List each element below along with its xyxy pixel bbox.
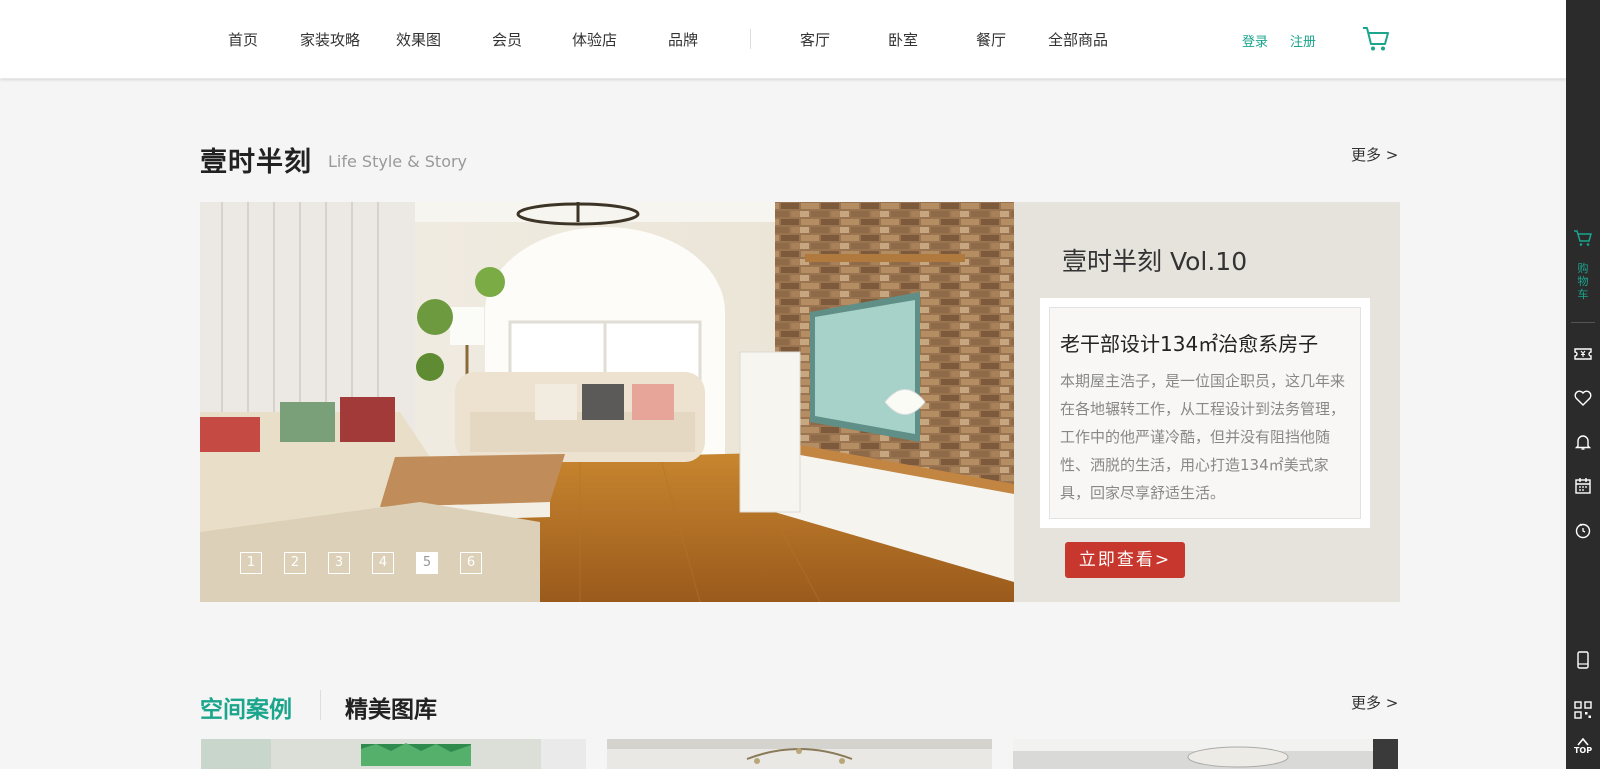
case-thumbnail-2-image	[607, 739, 992, 769]
sidebar-cart-label[interactable]: 购物车	[1576, 262, 1590, 301]
nav-all-products[interactable]: 全部商品	[1048, 29, 1108, 50]
more-link-2[interactable]: 更多 >	[1351, 692, 1398, 713]
nav-home[interactable]: 首页	[228, 29, 258, 50]
sidebar-divider	[1571, 322, 1595, 323]
living-room-illustration	[200, 202, 1014, 602]
article-card-inner: 老干部设计134㎡治愈系房子 本期屋主浩子，是一位国企职员，这几年来在各地辗转工…	[1049, 307, 1361, 519]
slider-page-2[interactable]: 2	[284, 552, 306, 574]
living-room-photo[interactable]: 1 2 3 4 5 6	[200, 202, 1014, 602]
qr-code-icon[interactable]	[1573, 700, 1593, 720]
more-link[interactable]: 更多 >	[1351, 144, 1398, 165]
nav-bedroom[interactable]: 卧室	[888, 29, 918, 50]
case-thumbnail-2[interactable]	[607, 739, 992, 769]
tab-space-cases[interactable]: 空间案例	[200, 690, 292, 724]
nav-renderings[interactable]: 效果图	[396, 29, 441, 50]
case-thumbnail-3[interactable]	[1013, 739, 1398, 769]
piggy-bank-icon[interactable]	[1573, 520, 1593, 540]
nav-divider	[750, 29, 751, 49]
slider-page-6[interactable]: 6	[460, 552, 482, 574]
view-now-button[interactable]: 立即查看>	[1065, 542, 1185, 578]
section-subtitle: Life Style & Story	[328, 152, 468, 171]
nav-member[interactable]: 会员	[492, 29, 522, 50]
back-to-top-label[interactable]: TOP	[1573, 746, 1593, 755]
register-link[interactable]: 注册	[1290, 31, 1316, 50]
slider-page-1[interactable]: 1	[240, 552, 262, 574]
bell-icon[interactable]	[1573, 432, 1593, 452]
top-navbar: 首页 家装攻略 效果图 会员 体验店 品牌 客厅 卧室 餐厅 全部商品 登录 注…	[0, 0, 1566, 79]
nav-decoration-guide[interactable]: 家装攻略	[300, 29, 360, 50]
slider-page-4[interactable]: 4	[372, 552, 394, 574]
sidebar-cart-icon[interactable]	[1573, 228, 1593, 248]
mobile-icon[interactable]	[1573, 650, 1593, 670]
section-title: 壹时半刻	[200, 147, 312, 178]
coupon-icon[interactable]	[1573, 344, 1593, 364]
calendar-icon[interactable]	[1573, 476, 1593, 496]
cart-icon[interactable]	[1362, 26, 1390, 52]
issue-title: 壹时半刻 Vol.10	[1062, 247, 1248, 276]
nav-brand[interactable]: 品牌	[668, 29, 698, 50]
case-thumbnail-3-image	[1013, 739, 1398, 769]
article-summary: 本期屋主浩子，是一位国企职员，这几年来在各地辗转工作，从工程设计到法务管理，工作…	[1060, 372, 1346, 502]
heart-icon[interactable]	[1573, 388, 1593, 408]
right-toolbar: 购物车 TOP	[1566, 0, 1600, 769]
tab-divider	[320, 690, 321, 720]
case-thumbnail-1[interactable]	[201, 739, 586, 769]
case-thumbnail-1-image	[201, 739, 586, 769]
slider-page-5[interactable]: 5	[416, 552, 438, 574]
nav-living-room[interactable]: 客厅	[800, 29, 830, 50]
article-card: 老干部设计134㎡治愈系房子 本期屋主浩子，是一位国企职员，这几年来在各地辗转工…	[1040, 298, 1370, 528]
slider-page-3[interactable]: 3	[328, 552, 350, 574]
article-title[interactable]: 老干部设计134㎡治愈系房子	[1060, 328, 1350, 357]
nav-store[interactable]: 体验店	[572, 29, 617, 50]
tab-gallery[interactable]: 精美图库	[345, 690, 437, 724]
back-to-top-icon[interactable]	[1573, 736, 1593, 746]
feature-banner: 1 2 3 4 5 6 壹时半刻 Vol.10 老干部设计134㎡治愈系房子 本…	[200, 202, 1400, 602]
login-link[interactable]: 登录	[1242, 31, 1268, 50]
nav-dining-room[interactable]: 餐厅	[976, 29, 1006, 50]
